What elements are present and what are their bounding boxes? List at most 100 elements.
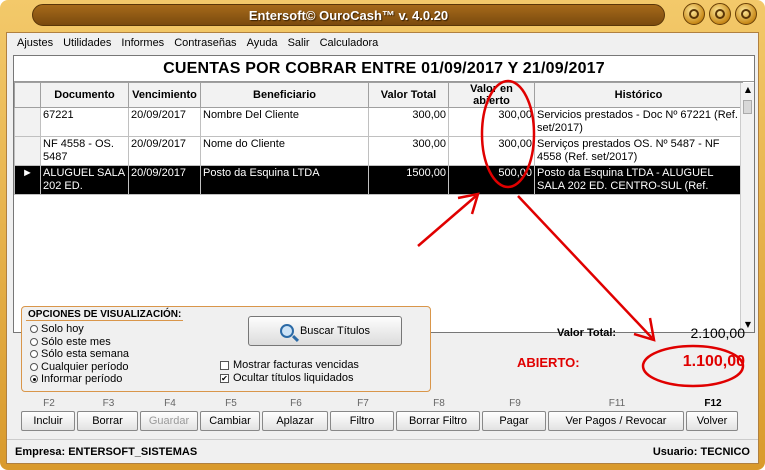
radio-esta-semana[interactable]: Sólo esta semana bbox=[30, 348, 129, 361]
header-vencimiento[interactable]: Vencimiento bbox=[128, 82, 201, 108]
maximize-button[interactable] bbox=[709, 3, 731, 25]
cell-valor-total: 300,00 bbox=[368, 136, 449, 166]
open-row: ABIERTO: 1.100,00 bbox=[517, 353, 745, 371]
header-beneficiario[interactable]: Beneficiario bbox=[200, 82, 369, 108]
menu-ayuda[interactable]: Ayuda bbox=[245, 37, 280, 49]
fkey-label: F9 bbox=[509, 398, 521, 409]
open-label: ABIERTO: bbox=[517, 354, 580, 370]
status-empresa: Empresa: ENTERSOFT_SISTEMAS bbox=[15, 445, 198, 458]
fkey-label: F8 bbox=[433, 398, 445, 409]
radio-label: Sólo este mes bbox=[41, 335, 111, 348]
cell-valor-total: 300,00 bbox=[368, 107, 449, 137]
cell-vencimiento: 20/09/2017 bbox=[128, 165, 201, 195]
ver-pagos-button[interactable]: Ver Pagos / Revocar bbox=[548, 411, 684, 431]
checkbox-ocultar-liquidados[interactable]: ✔ Ocultar títulos liquidados bbox=[220, 372, 359, 385]
cell-documento: 67221 bbox=[40, 107, 129, 137]
incluir-button[interactable]: Incluir bbox=[21, 411, 75, 431]
radio-icon bbox=[30, 337, 38, 346]
row-indicator bbox=[14, 107, 41, 137]
scroll-thumb[interactable] bbox=[743, 100, 752, 114]
grid-title: CUENTAS POR COBRAR ENTRE 01/09/2017 Y 21… bbox=[14, 56, 754, 82]
function-key-labels: F2 F3 F4 F5 F6 F7 F8 F9 F11 F12 bbox=[21, 398, 749, 409]
menu-utilidades[interactable]: Utilidades bbox=[61, 37, 113, 49]
cell-historico: Servicios prestados - Doc Nº 67221 (Ref.… bbox=[534, 107, 743, 137]
checkbox-checked-icon: ✔ bbox=[220, 374, 229, 383]
checkbox-mostrar-vencidas[interactable]: Mostrar facturas vencidas bbox=[220, 359, 359, 372]
table-row[interactable]: 67221 20/09/2017 Nombre Del Cliente 300,… bbox=[14, 107, 743, 137]
menu-contrasenas[interactable]: Contraseñas bbox=[172, 37, 238, 49]
search-titles-button[interactable]: Buscar Títulos bbox=[248, 316, 402, 346]
pagar-button[interactable]: Pagar bbox=[482, 411, 546, 431]
total-label: Valor Total: bbox=[557, 327, 617, 339]
maximize-icon bbox=[715, 9, 725, 19]
radio-label: Cualquier período bbox=[41, 360, 129, 373]
radio-cualquier-periodo[interactable]: Cualquier período bbox=[30, 361, 129, 374]
checkbox-label: Ocultar títulos liquidados bbox=[233, 372, 354, 384]
menu-informes[interactable]: Informes bbox=[119, 37, 166, 49]
status-bar: Empresa: ENTERSOFT_SISTEMAS Usuario: TEC… bbox=[7, 439, 758, 463]
header-indicator bbox=[14, 82, 41, 108]
cell-valor-abierto: 300,00 bbox=[448, 136, 535, 166]
radio-label: Solo hoy bbox=[41, 323, 84, 335]
fkey-label: F2 bbox=[43, 398, 55, 409]
radio-label: Sólo esta semana bbox=[41, 348, 130, 360]
menu-bar: Ajustes Utilidades Informes Contraseñas … bbox=[7, 33, 758, 53]
header-documento[interactable]: Documento bbox=[40, 82, 129, 108]
cell-historico: Serviços prestados OS. Nº 5487 - NF 4558… bbox=[534, 136, 743, 166]
row-indicator bbox=[14, 136, 41, 166]
radio-este-mes[interactable]: Sólo este mes bbox=[30, 336, 129, 349]
cell-vencimiento: 20/09/2017 bbox=[128, 107, 201, 137]
accounts-grid: CUENTAS POR COBRAR ENTRE 01/09/2017 Y 21… bbox=[13, 55, 755, 333]
guardar-button[interactable]: Guardar bbox=[140, 411, 198, 431]
fkey-label: F4 bbox=[164, 398, 176, 409]
table-row-selected[interactable]: ► ALUGUEL SALA 202 ED. 20/09/2017 Posto … bbox=[14, 165, 743, 195]
radio-selected-icon bbox=[30, 375, 38, 384]
aplazar-button[interactable]: Aplazar bbox=[262, 411, 328, 431]
totals-panel: Valor Total: 2.100,00 ABIERTO: 1.100,00 bbox=[517, 325, 745, 371]
fkey-label: F12 bbox=[704, 398, 722, 409]
volver-button[interactable]: Volver bbox=[686, 411, 738, 431]
grid-vertical-scrollbar[interactable]: ▲ ▼ bbox=[740, 83, 754, 332]
menu-ajustes[interactable]: Ajustes bbox=[15, 37, 55, 49]
minimize-button[interactable] bbox=[683, 3, 705, 25]
title-bar[interactable]: Entersoft© OuroCash™ v. 4.0.20 bbox=[0, 0, 765, 30]
menu-salir[interactable]: Salir bbox=[286, 37, 312, 49]
total-value: 2.100,00 bbox=[690, 325, 746, 341]
menu-calculadora[interactable]: Calculadora bbox=[318, 37, 381, 49]
header-valor-abierto[interactable]: Valor en abierto bbox=[448, 82, 535, 108]
magnifier-icon bbox=[279, 324, 294, 338]
radio-icon bbox=[30, 325, 38, 334]
accounts-table: Documento Vencimiento Beneficiario Valor… bbox=[14, 82, 743, 195]
view-options-legend: OPCIONES DE VISUALIZACIÓN: bbox=[26, 309, 184, 321]
row-indicator: ► bbox=[14, 165, 41, 195]
view-options-panel: OPCIONES DE VISUALIZACIÓN: Solo hoy Sólo… bbox=[21, 306, 431, 392]
search-titles-label: Buscar Títulos bbox=[299, 325, 371, 337]
borrar-filtro-button[interactable]: Borrar Filtro bbox=[396, 411, 480, 431]
title-pill: Entersoft© OuroCash™ v. 4.0.20 bbox=[32, 4, 665, 26]
current-row-arrow-icon: ► bbox=[22, 167, 33, 179]
cell-vencimiento: 20/09/2017 bbox=[128, 136, 201, 166]
total-row: Valor Total: 2.100,00 bbox=[517, 325, 745, 341]
open-value: 1.100,00 bbox=[682, 353, 745, 370]
header-valor-total[interactable]: Valor Total bbox=[368, 82, 449, 108]
radio-informar-periodo[interactable]: Informar período bbox=[30, 373, 129, 386]
window-controls bbox=[683, 3, 757, 25]
cell-documento: NF 4558 - OS. 5487 bbox=[40, 136, 129, 166]
scroll-up-icon[interactable]: ▲ bbox=[741, 83, 755, 97]
close-button[interactable] bbox=[735, 3, 757, 25]
cell-historico: Posto da Esquina LTDA - ALUGUEL SALA 202… bbox=[534, 165, 743, 195]
app-window: Entersoft© OuroCash™ v. 4.0.20 Ajustes U… bbox=[0, 0, 765, 470]
client-area: Ajustes Utilidades Informes Contraseñas … bbox=[6, 32, 759, 464]
table-header-row: Documento Vencimiento Beneficiario Valor… bbox=[14, 82, 743, 108]
cell-beneficiario: Nombre Del Cliente bbox=[200, 107, 369, 137]
filtro-button[interactable]: Filtro bbox=[330, 411, 394, 431]
period-radio-group: Solo hoy Sólo este mes Sólo esta semana … bbox=[30, 323, 129, 386]
cambiar-button[interactable]: Cambiar bbox=[200, 411, 260, 431]
table-row[interactable]: NF 4558 - OS. 5487 20/09/2017 Nome do Cl… bbox=[14, 136, 743, 166]
cell-valor-abierto: 500,00 bbox=[448, 165, 535, 195]
borrar-button[interactable]: Borrar bbox=[77, 411, 138, 431]
cell-beneficiario: Nome do Cliente bbox=[200, 136, 369, 166]
radio-solo-hoy[interactable]: Solo hoy bbox=[30, 323, 129, 336]
header-historico[interactable]: Histórico bbox=[534, 82, 743, 108]
cell-valor-total: 1500,00 bbox=[368, 165, 449, 195]
